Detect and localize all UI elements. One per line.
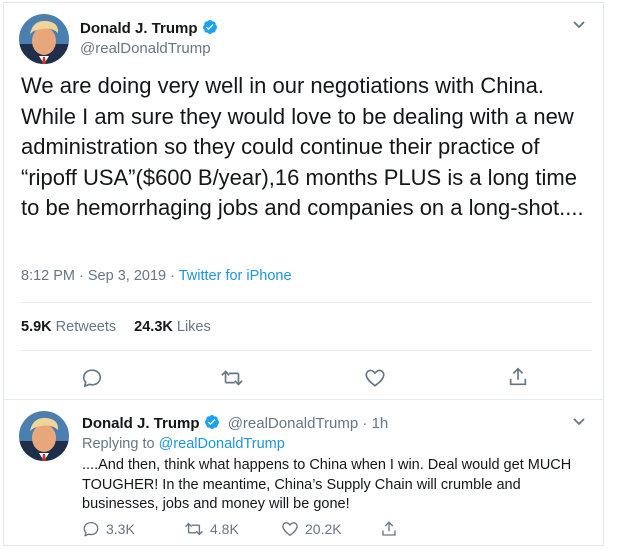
reply-icon[interactable] xyxy=(81,367,103,394)
like-icon xyxy=(282,522,298,537)
tweet-actions xyxy=(4,365,605,391)
author-avatar[interactable] xyxy=(19,14,69,64)
reply-retweet-button[interactable]: 4.8K xyxy=(184,520,239,538)
reply-count: 3.3K xyxy=(106,521,135,537)
share-icon[interactable] xyxy=(507,366,529,393)
tweet-source-link[interactable]: Twitter for iPhone xyxy=(179,268,292,284)
reply-author-name-text[interactable]: Donald J. Trump xyxy=(82,415,200,432)
like-count: 20.2K xyxy=(305,521,342,537)
divider xyxy=(21,350,592,351)
reply-more-options-chevron-icon[interactable] xyxy=(572,415,586,433)
retweets-label: Retweets xyxy=(51,319,117,335)
retweet-icon[interactable] xyxy=(220,367,244,394)
retweet-count: 4.8K xyxy=(210,521,239,537)
replying-prefix: Replying to xyxy=(82,436,159,452)
reply-author-handle[interactable]: @realDonaldTrump · 1h xyxy=(228,415,389,432)
replying-to: Replying to @realDonaldTrump xyxy=(82,436,285,452)
tweet-card: Donald J. Trump @realDonaldTrump We are … xyxy=(3,2,604,546)
tweet-text: We are doing very well in our negotiatio… xyxy=(21,73,584,220)
replying-to-link[interactable]: @realDonaldTrump xyxy=(159,436,285,452)
author-name[interactable]: Donald J. Trump xyxy=(80,19,218,37)
likes-label: Likes xyxy=(172,319,211,335)
reply-like-button[interactable]: 20.2K xyxy=(281,520,342,538)
author-handle[interactable]: @realDonaldTrump xyxy=(80,40,211,57)
reply-reply-button[interactable]: 3.3K xyxy=(82,520,135,538)
likes-stat[interactable]: 24.3K Likes xyxy=(134,319,211,335)
reply-tweet-text: ....And then, think what happens to Chin… xyxy=(82,457,572,513)
reply-author-avatar[interactable] xyxy=(19,411,69,461)
retweet-icon xyxy=(185,522,203,536)
tweet-meta: 8:12 PM · Sep 3, 2019 · Twitter for iPho… xyxy=(21,268,292,284)
reply-icon xyxy=(83,521,99,537)
retweets-count: 5.9K xyxy=(21,319,52,335)
share-icon xyxy=(382,521,396,536)
divider xyxy=(4,399,603,400)
verified-badge-icon xyxy=(202,20,217,34)
reply-author-name[interactable]: Donald J. Trump @realDonaldTrump · 1h xyxy=(82,414,388,432)
reply-share-button[interactable] xyxy=(380,520,404,538)
divider xyxy=(21,302,592,303)
more-options-chevron-icon[interactable] xyxy=(572,18,586,36)
verified-badge-icon xyxy=(204,415,219,429)
likes-count: 24.3K xyxy=(134,319,173,335)
tweet-timestamp[interactable]: 8:12 PM · Sep 3, 2019 · xyxy=(21,268,179,284)
like-icon[interactable] xyxy=(364,367,386,394)
tweet-stats: 5.9K Retweets 24.3K Likes xyxy=(21,319,211,335)
retweets-stat[interactable]: 5.9K Retweets xyxy=(21,319,116,335)
author-name-text[interactable]: Donald J. Trump xyxy=(80,20,198,37)
